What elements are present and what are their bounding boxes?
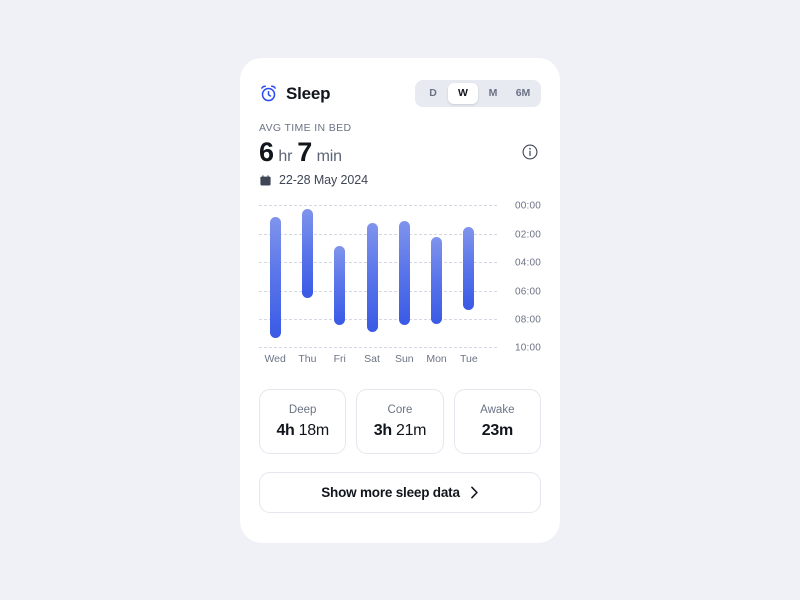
stat-value-deep-num: 4h (276, 421, 295, 439)
stat-card-awake[interactable]: Awake 23m (453, 389, 541, 455)
chart-y-axis-label: 06:00 (515, 286, 542, 298)
stat-card-deep[interactable]: Deep 4h 18m (259, 389, 347, 455)
date-range-row: 22-28 May 2024 (259, 173, 541, 187)
avg-minutes-unit: min (316, 148, 342, 165)
chart-gridline: 06:00 (259, 286, 541, 297)
chart-gridline: 08:00 (259, 314, 541, 325)
chart-gridline: 02:00 (259, 229, 541, 240)
chevron-right-icon (470, 486, 478, 499)
chart-bar[interactable] (366, 223, 378, 333)
avg-value-row: 6 hr 7 min (259, 138, 541, 166)
stat-value-awake-num: 23m (481, 421, 513, 439)
chart-gridline: 04:00 (259, 258, 541, 269)
chart-y-axis-label: 08:00 (515, 314, 542, 326)
stat-value-deep: 4h 18m (276, 421, 330, 440)
chart-day-label: Wed (264, 353, 286, 366)
avg-hours-unit: hr (278, 148, 293, 165)
avg-time-in-bed-label: AVG TIME IN BED (259, 122, 352, 134)
stat-card-core[interactable]: Core 3h 21m (356, 389, 444, 455)
title-group: Sleep (259, 83, 331, 103)
range-segmented-control[interactable]: D W M 6M (415, 79, 541, 107)
stat-value-awake: 23m (482, 422, 513, 440)
chart-plot-area: 00:00 02:00 04:00 06:00 08:00 10:00 (259, 201, 541, 354)
alarm-clock-icon (261, 85, 276, 101)
chart-x-axis-labels: Wed Thu Fri Sat Sun Mon Tue (259, 353, 485, 369)
chart-bar[interactable] (301, 209, 313, 298)
chart-day-label: Fri (333, 353, 346, 366)
chart-gridline: 10:00 (259, 343, 541, 354)
chart-day-label: Thu (298, 353, 317, 366)
page-title: Sleep (286, 83, 331, 103)
date-range-text: 22-28 May 2024 (279, 173, 368, 188)
stat-label-deep: Deep (288, 403, 317, 416)
chart-y-axis-label: 04:00 (515, 257, 542, 269)
avg-minutes-value: 7 (297, 137, 312, 167)
calendar-icon (260, 175, 271, 186)
stat-value-core-rest: 21m (391, 421, 427, 439)
sleep-stage-cards: Deep 4h 18m Core 3h 21m Awake 23m (259, 389, 541, 455)
chart-day-label: Sun (394, 353, 414, 366)
range-option-w[interactable]: W (448, 82, 478, 104)
avg-time-value: 6 hr 7 min (259, 137, 342, 167)
screen: Sleep D W M 6M AVG TIME IN BED 6 hr 7 mi… (0, 0, 800, 600)
show-more-sleep-data-button[interactable]: Show more sleep data (259, 472, 541, 514)
chart-bar[interactable] (431, 237, 443, 325)
card-header: Sleep D W M 6M (259, 78, 541, 108)
chart-bar[interactable] (398, 221, 410, 326)
chart-day-label: Mon (426, 353, 447, 366)
chart-y-axis-label: 10:00 (515, 342, 542, 354)
chart-day-label: Sat (364, 353, 380, 366)
chart-bar[interactable] (463, 227, 475, 311)
chart-y-axis-label: 00:00 (515, 200, 542, 212)
chart-day-label: Tue (459, 353, 478, 366)
stat-value-core-num: 3h (373, 421, 392, 439)
chart-bar[interactable] (334, 245, 346, 326)
range-option-6m[interactable]: 6M (508, 83, 538, 104)
stat-value-core: 3h 21m (373, 421, 427, 440)
stat-value-deep-rest: 18m (294, 421, 330, 439)
chart-y-axis-label: 02:00 (515, 229, 542, 241)
sleep-chart: 00:00 02:00 04:00 06:00 08:00 10:00 Wed Thu Fri… (259, 201, 541, 365)
stat-label-core: Core (387, 403, 413, 416)
info-circle-icon[interactable] (521, 143, 539, 161)
stat-label-awake: Awake (480, 403, 515, 416)
chart-gridline: 00:00 (259, 201, 541, 212)
sleep-card: Sleep D W M 6M AVG TIME IN BED 6 hr 7 mi… (240, 58, 560, 543)
chart-bar[interactable] (269, 217, 281, 339)
show-more-sleep-data-label: Show more sleep data (321, 485, 460, 501)
range-option-m[interactable]: M (478, 83, 508, 104)
range-option-d[interactable]: D (418, 83, 448, 104)
avg-hours-value: 6 (259, 137, 274, 167)
